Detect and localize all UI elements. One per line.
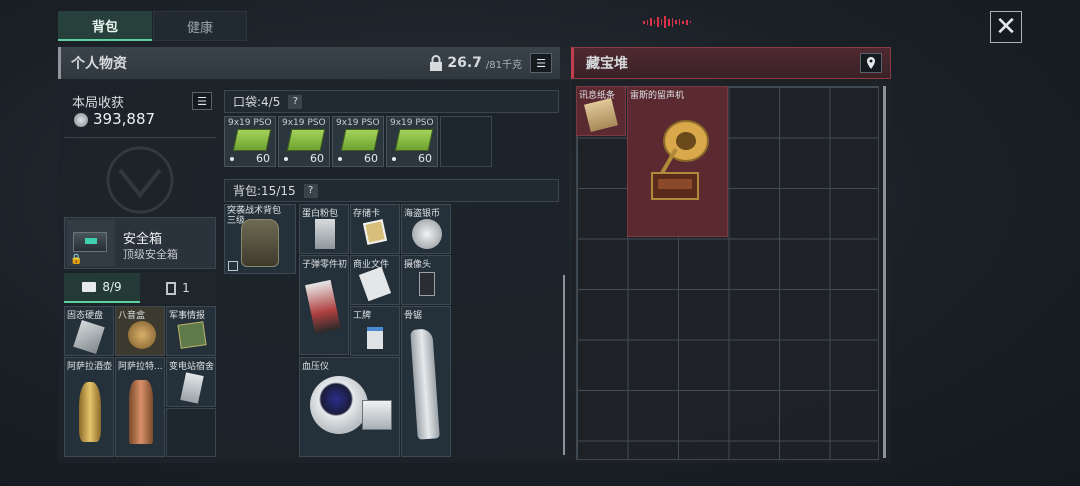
unequip-icon[interactable] [228, 261, 238, 271]
safe-item-asara-flask[interactable]: 阿萨拉酒壶 [64, 357, 114, 457]
earnings-value: 393,887 [93, 110, 156, 128]
earnings-label: 本局收获 [72, 96, 125, 111]
safe-empty-slot[interactable] [166, 408, 216, 457]
weight-capacity: /81千克 [485, 59, 522, 71]
tab-health[interactable]: 健康 [153, 11, 247, 41]
coin-icon [74, 113, 88, 127]
card-case-icon [166, 281, 177, 295]
safe-lock-icon: 🔒 [70, 254, 83, 265]
backpack-header: 背包: 15/15 ? [224, 179, 559, 202]
emblem-watermark-icon [106, 146, 174, 214]
pocket-help-icon[interactable]: ? [288, 94, 303, 109]
location-pin-icon[interactable] [860, 53, 882, 73]
treasure-gramophone[interactable]: 雷斯的留声机 [627, 86, 728, 237]
backpack-bone-saw[interactable]: 骨锯 [401, 306, 451, 457]
backpack-camera[interactable]: 摄像头 [401, 255, 451, 305]
tab-backpack[interactable]: 背包 [58, 11, 152, 41]
backpack-bullet-parts[interactable]: 子弹零件初 [299, 255, 349, 355]
gramophone-icon [651, 120, 709, 200]
treasure-scrollbar[interactable] [883, 86, 886, 458]
backpack-protein-pack[interactable]: 蛋白粉包 [299, 204, 349, 254]
safe-item-music-box[interactable]: 八音盒 [115, 306, 165, 356]
signal-indicator-icon [643, 16, 692, 28]
backpack-business-docs[interactable]: 商业文件 [350, 255, 400, 305]
backpack-pirate-coin[interactable]: 海盗银币 [401, 204, 451, 254]
weight-value: 26.7 [447, 55, 482, 71]
safe-item-substation-dorm[interactable]: 变电站宿舍 [166, 357, 216, 407]
ammo-slot[interactable]: 9x19 PSO 60 [278, 116, 330, 167]
card-slot-count: 1 [182, 281, 190, 295]
earnings-list-icon[interactable]: ☰ [192, 92, 212, 110]
backpack-badge[interactable]: 工牌 [350, 306, 400, 356]
ammo-slot[interactable]: 9x19 PSO 60 [224, 116, 276, 167]
panel-title: 个人物资 [71, 56, 127, 72]
treasure-header: 藏宝堆 [571, 47, 891, 79]
treasure-intel-note[interactable]: 讯息纸条 [576, 86, 626, 136]
safe-item-ssd[interactable]: 固态硬盘 [64, 306, 114, 356]
lock-icon [430, 55, 443, 71]
personal-supplies-header: 个人物资 26.7 /81千克 ☰ [58, 47, 560, 79]
safe-box-name: 安全箱 [123, 232, 163, 247]
pocket-count: 4/5 [261, 94, 281, 109]
safe-slot-count: 8/9 [102, 280, 122, 294]
ammo-slot[interactable]: 9x19 PSO 60 [386, 116, 438, 167]
safe-box-type: 顶级安全箱 [123, 248, 178, 261]
safe-box-card[interactable]: 🔒 安全箱 顶级安全箱 [64, 217, 216, 269]
close-icon[interactable]: ✕ [990, 11, 1022, 43]
earnings-box: 本局收获 ☰ 393,887 [64, 86, 216, 138]
backpack-label: 背包: [233, 184, 262, 198]
pocket-header: 口袋: 4/5 ? [224, 90, 559, 113]
tab-card-slots[interactable]: 1 [140, 273, 216, 303]
backpack-memory-card[interactable]: 存储卡 [350, 204, 400, 254]
backpack-count: 15/15 [261, 183, 296, 198]
backpack-help-icon[interactable]: ? [303, 183, 318, 198]
pocket-empty-slot[interactable] [440, 116, 492, 167]
backpack-assault-pack[interactable]: 突袭战术背包 三级 [224, 204, 296, 274]
list-menu-icon[interactable]: ☰ [530, 53, 552, 73]
ammo-slot[interactable]: 9x19 PSO 60 [332, 116, 384, 167]
pocket-label: 口袋: [233, 95, 262, 109]
toolbox-icon [82, 282, 97, 292]
backpack-blood-pressure-monitor[interactable]: 血压仪 [299, 357, 400, 457]
backpack-scrollbar[interactable] [563, 275, 565, 455]
safe-item-military-intel[interactable]: 军事情报 [166, 306, 216, 356]
treasure-title: 藏宝堆 [586, 56, 628, 72]
tab-safe-slots[interactable]: 8/9 [64, 273, 140, 303]
safe-item-asara-lantern[interactable]: 阿萨拉特... [115, 357, 165, 457]
